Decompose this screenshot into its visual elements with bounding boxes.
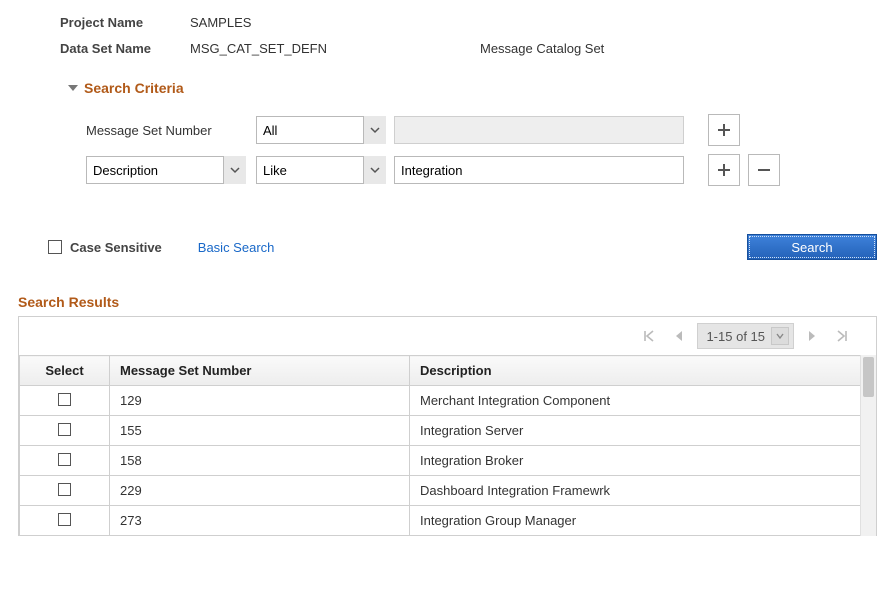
next-page-icon (807, 330, 817, 342)
table-row: 158Integration Broker (20, 446, 876, 476)
row-select-checkbox[interactable] (58, 483, 71, 496)
criteria-row: Message Set Number All (86, 114, 895, 146)
row-select-checkbox[interactable] (58, 393, 71, 406)
row-select-checkbox[interactable] (58, 453, 71, 466)
case-sensitive-label: Case Sensitive (70, 240, 162, 255)
dataset-name-label: Data Set Name (60, 38, 190, 60)
column-header-select[interactable]: Select (20, 356, 110, 386)
pager-last-button[interactable] (830, 324, 854, 348)
dataset-name-value: MSG_CAT_SET_DEFN (190, 38, 480, 60)
minus-icon (757, 163, 771, 177)
last-page-icon (836, 330, 848, 342)
column-header-message-set[interactable]: Message Set Number (110, 356, 410, 386)
criteria-row: Description Like (86, 154, 895, 186)
results-pager: 1-15 of 15 (19, 317, 876, 355)
criteria-field-label: Message Set Number (86, 116, 256, 144)
pager-next-button[interactable] (800, 324, 824, 348)
cell-message-set: 273 (110, 506, 410, 536)
cell-description: Dashboard Integration Framewrk (410, 476, 876, 506)
first-page-icon (643, 330, 655, 342)
row-select-checkbox[interactable] (58, 423, 71, 436)
checkbox-icon (48, 240, 62, 254)
project-name-label: Project Name (60, 12, 190, 34)
remove-criteria-button[interactable] (748, 154, 780, 186)
table-row: 155Integration Server (20, 416, 876, 446)
cell-message-set: 158 (110, 446, 410, 476)
cell-description: Integration Broker (410, 446, 876, 476)
chevron-down-icon (776, 332, 784, 340)
row-select-checkbox[interactable] (58, 513, 71, 526)
pager-range-text: 1-15 of 15 (706, 329, 765, 344)
search-button[interactable]: Search (747, 234, 877, 260)
table-row: 273Integration Group Manager (20, 506, 876, 536)
cell-description: Integration Group Manager (410, 506, 876, 536)
vertical-scrollbar[interactable] (860, 355, 876, 536)
plus-icon (717, 163, 731, 177)
results-table: Select Message Set Number Description 12… (19, 355, 876, 536)
cell-message-set: 129 (110, 386, 410, 416)
scrollbar-thumb[interactable] (863, 357, 874, 397)
cell-description: Integration Server (410, 416, 876, 446)
table-row: 229Dashboard Integration Framewrk (20, 476, 876, 506)
column-header-description[interactable]: Description (410, 356, 876, 386)
add-criteria-button[interactable] (708, 114, 740, 146)
project-name-value: SAMPLES (190, 12, 480, 34)
case-sensitive-checkbox[interactable]: Case Sensitive (48, 240, 162, 255)
cell-description: Merchant Integration Component (410, 386, 876, 416)
criteria-value-input[interactable] (394, 156, 684, 184)
criteria-operator-select[interactable]: All (256, 116, 386, 144)
cell-message-set: 155 (110, 416, 410, 446)
dataset-description: Message Catalog Set (480, 38, 604, 60)
plus-icon (717, 123, 731, 137)
criteria-value-input (394, 116, 684, 144)
basic-search-link[interactable]: Basic Search (198, 240, 275, 255)
criteria-field-select[interactable]: Description (86, 156, 246, 184)
search-criteria-toggle[interactable]: Search Criteria (0, 62, 895, 106)
table-row: 129Merchant Integration Component (20, 386, 876, 416)
pager-first-button[interactable] (637, 324, 661, 348)
collapse-icon (68, 83, 78, 93)
add-criteria-button[interactable] (708, 154, 740, 186)
criteria-operator-select[interactable]: Like (256, 156, 386, 184)
search-criteria-title: Search Criteria (84, 80, 184, 96)
prev-page-icon (674, 330, 684, 342)
search-results-title: Search Results (0, 270, 895, 316)
pager-prev-button[interactable] (667, 324, 691, 348)
cell-message-set: 229 (110, 476, 410, 506)
pager-range-select[interactable]: 1-15 of 15 (697, 323, 794, 349)
